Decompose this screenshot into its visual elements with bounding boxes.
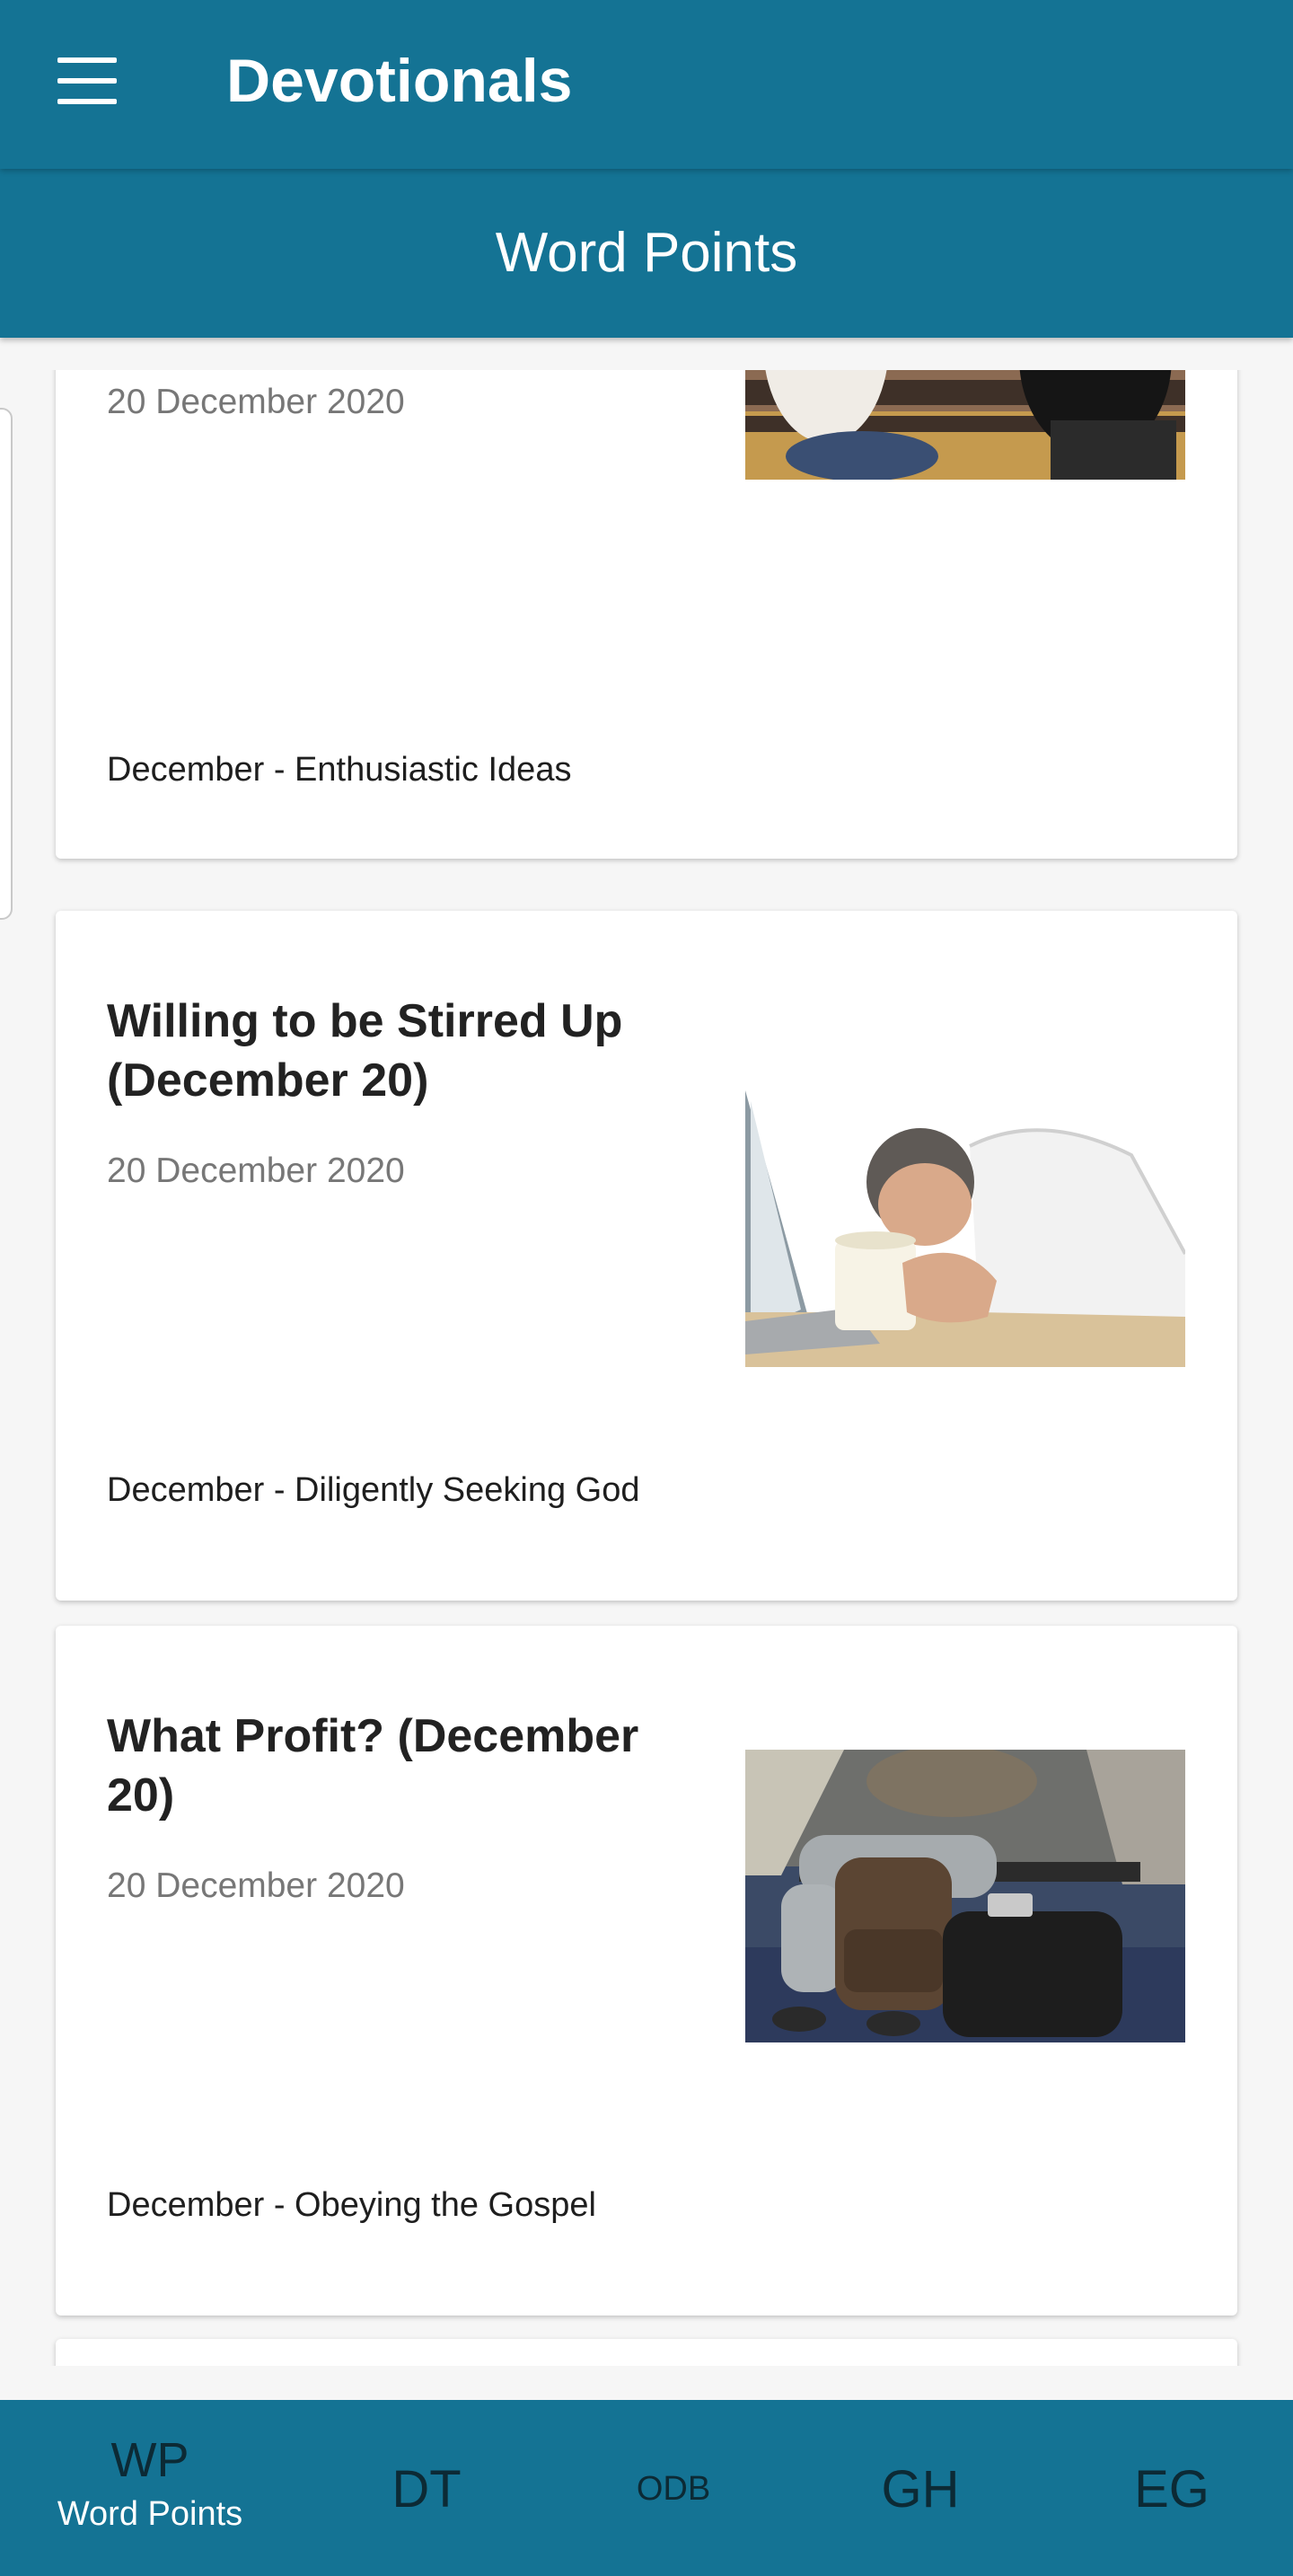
card-date: 20 December 2020 xyxy=(107,1866,405,1905)
card-title: Willing to be Stirred Up (December 20) xyxy=(107,995,623,1107)
card-thumbnail xyxy=(745,1750,1185,2042)
card-date: 20 December 2020 xyxy=(107,383,405,421)
app-bar: Devotionals xyxy=(0,0,1293,169)
app-title: Devotionals xyxy=(226,47,573,115)
devotional-card[interactable] xyxy=(56,2339,1237,2366)
nav-abbr: EG xyxy=(1134,2460,1209,2519)
bottom-navigation: WP Word Points DT ODB GH EG xyxy=(0,2400,1293,2576)
nav-odb[interactable]: ODB xyxy=(566,2400,781,2576)
nav-eg[interactable]: EG xyxy=(1069,2400,1275,2576)
traveler-with-backpack-image xyxy=(745,1750,1185,2042)
devotional-card[interactable]: Willing to be Stirred Up (December 20) 2… xyxy=(56,911,1237,1601)
devotional-card[interactable]: What Profit? (December 20) 20 December 2… xyxy=(56,1626,1237,2316)
side-drawer-edge[interactable] xyxy=(0,408,13,920)
card-title: What Profit? (December 20) xyxy=(107,1710,639,1822)
nav-label: Word Points xyxy=(57,2495,243,2533)
card-category: December - Diligently Seeking God xyxy=(107,1471,640,1509)
nav-gh[interactable]: GH xyxy=(817,2400,1024,2576)
section-header: Word Points xyxy=(0,169,1293,338)
card-category: December - Enthusiastic Ideas xyxy=(107,751,572,789)
card-date: 20 December 2020 xyxy=(107,1151,405,1190)
nav-abbr: DT xyxy=(391,2460,462,2519)
two-women-on-bench-image xyxy=(745,370,1185,480)
devotional-list[interactable]: 20 December 2020 December - Enthusiastic… xyxy=(0,370,1293,2366)
nav-abbr: WP xyxy=(110,2433,189,2487)
nav-word-points[interactable]: WP Word Points xyxy=(20,2400,280,2576)
man-sleeping-on-laptop-image xyxy=(745,1074,1185,1367)
card-thumbnail xyxy=(745,370,1185,480)
nav-abbr: ODB xyxy=(636,2470,711,2508)
app-screen: Devotionals Word Points 20 December 2020 xyxy=(0,0,1293,2576)
hamburger-menu-icon[interactable] xyxy=(47,45,129,117)
nav-dt[interactable]: DT xyxy=(323,2400,530,2576)
card-thumbnail xyxy=(745,1074,1185,1367)
nav-abbr: GH xyxy=(881,2460,960,2519)
card-category: December - Obeying the Gospel xyxy=(107,2186,596,2224)
devotional-card[interactable]: 20 December 2020 December - Enthusiastic… xyxy=(56,370,1237,859)
section-title: Word Points xyxy=(495,222,798,284)
